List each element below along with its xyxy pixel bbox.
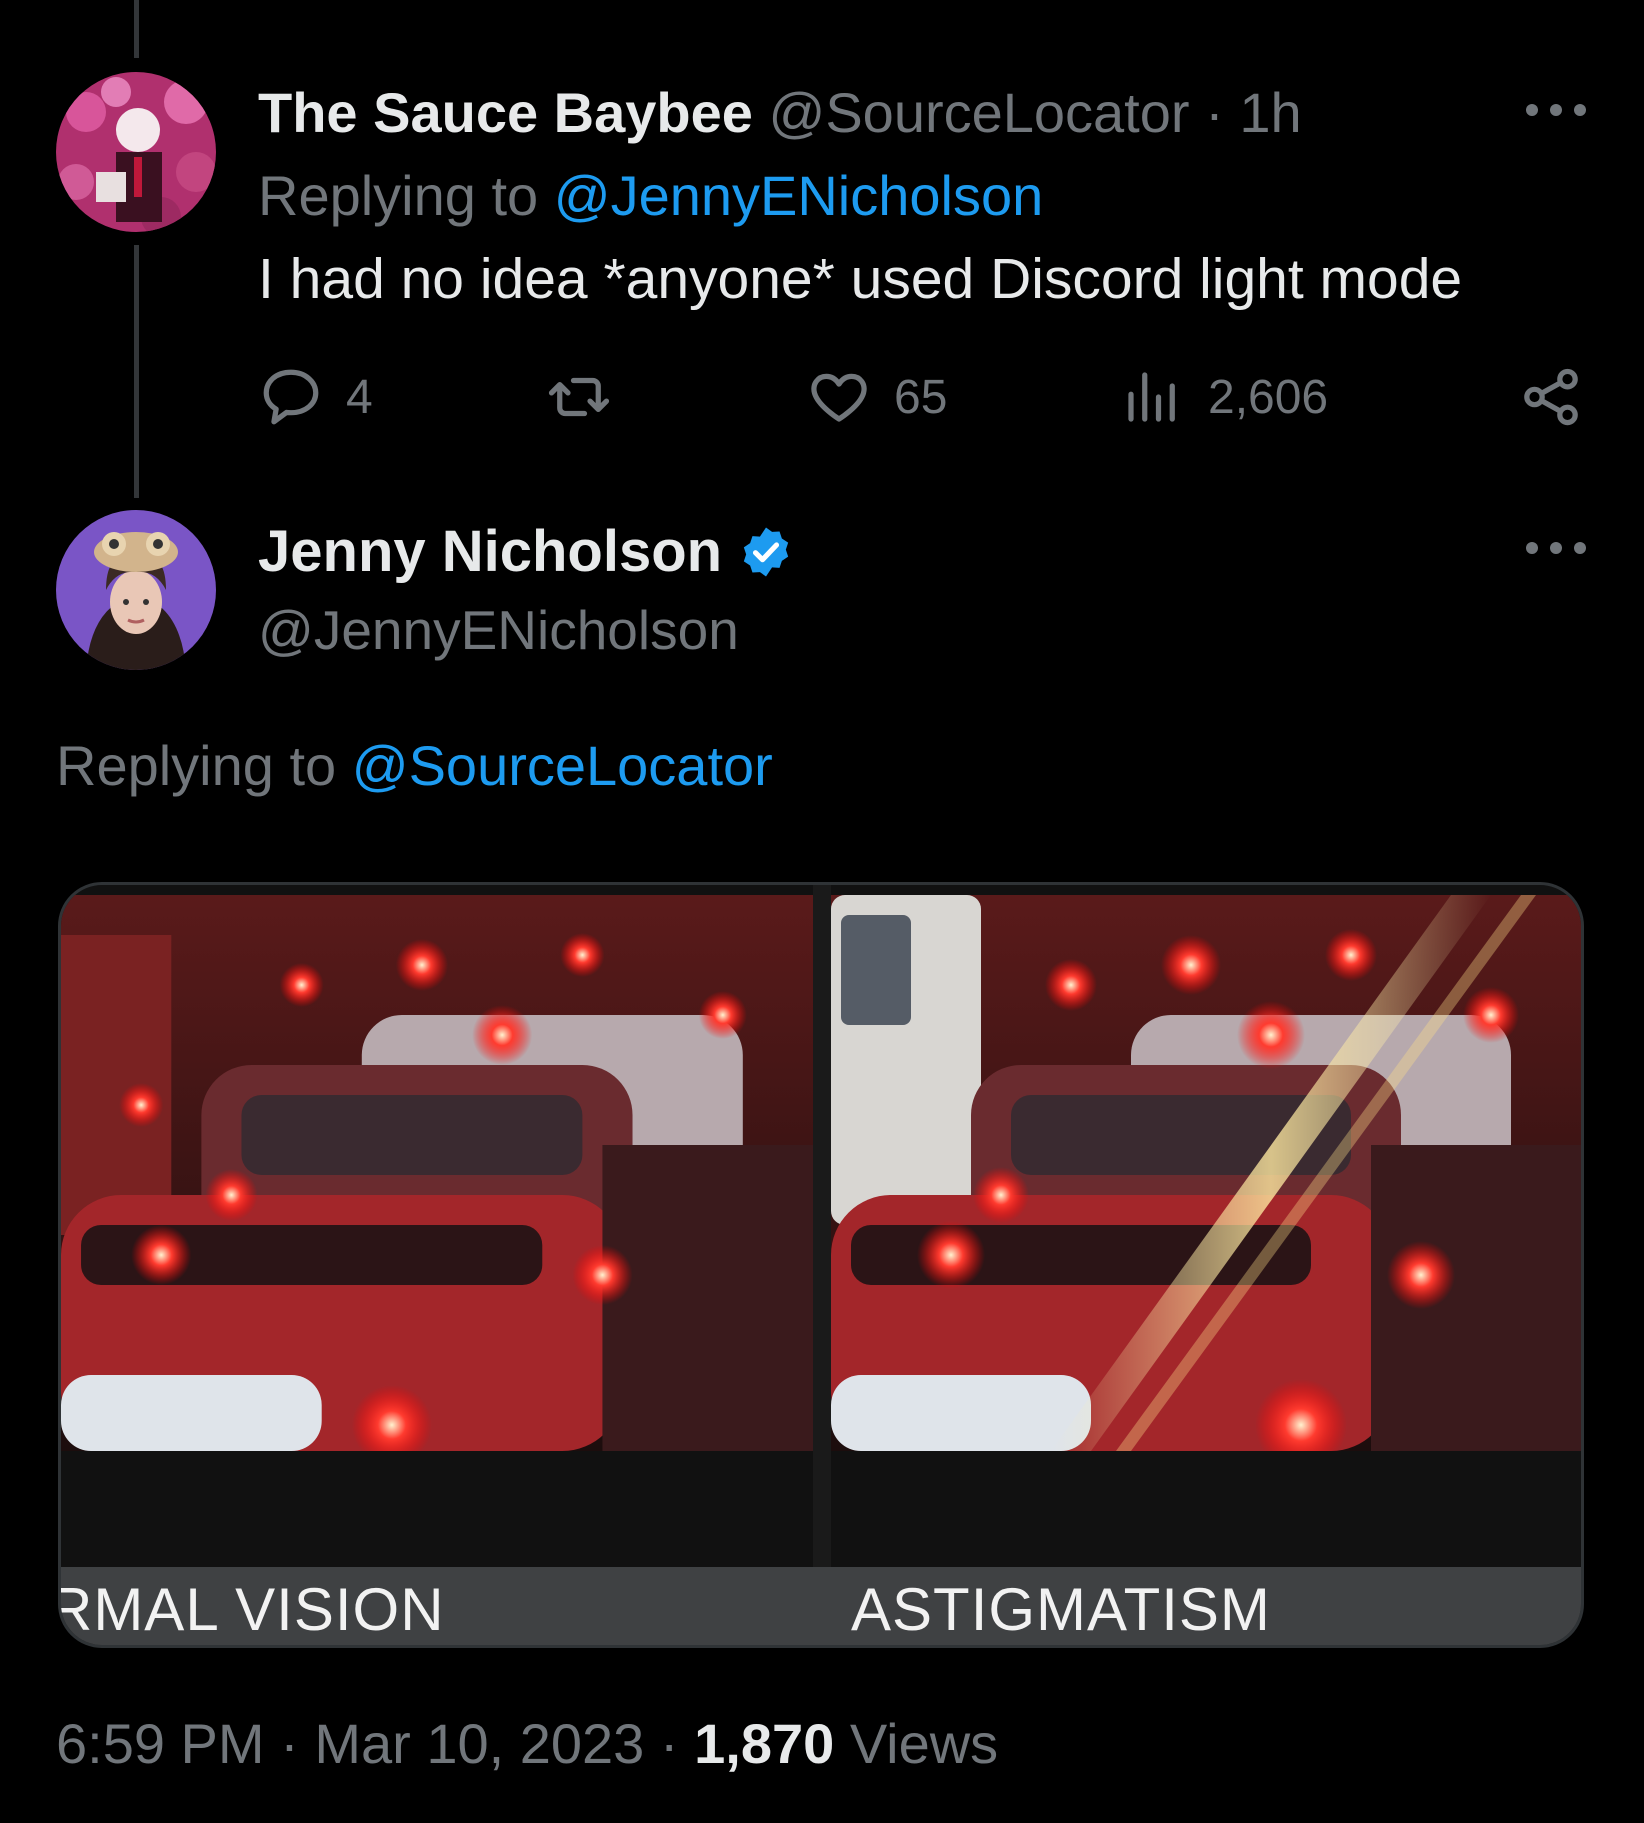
tweet-author: Jenny Nicholson [258,518,794,585]
handle[interactable]: @JennyENicholson [258,598,739,662]
reply-icon [263,369,319,425]
tweet-date[interactable]: Mar 10, 2023 [314,1712,644,1775]
handle[interactable]: @SourceLocator [768,81,1189,144]
replying-to: Replying to @JennyENicholson [258,163,1043,228]
thread-line [134,0,139,58]
image-normal-vision [61,895,813,1451]
replying-to-link[interactable]: @SourceLocator [352,734,773,797]
more-icon[interactable] [1526,538,1586,558]
like-button[interactable]: 65 [806,362,947,432]
views-label: Views [849,1712,999,1775]
verified-badge-icon [743,527,789,576]
replying-to: Replying to @SourceLocator [56,733,773,798]
views-count: 2,606 [1208,370,1329,424]
views-count: 1,870 [694,1712,835,1775]
display-name[interactable]: Jenny Nicholson [258,518,722,585]
tweet-image[interactable]: RMAL VISION ASTIGMATISM [58,882,1584,1648]
share-button[interactable] [1518,362,1584,432]
tweet-metadata: 6:59 PM · Mar 10, 2023 · 1,870 Views [56,1711,998,1776]
more-icon[interactable] [1526,100,1586,120]
display-name[interactable]: The Sauce Baybee [258,81,753,144]
tweet-time[interactable]: 6:59 PM [56,1712,265,1775]
separator: · [659,1712,679,1775]
reply-count: 4 [346,370,373,424]
like-count: 65 [894,370,948,424]
time-ago[interactable]: 1h [1239,81,1301,144]
separator: · [280,1712,299,1775]
replying-prefix: Replying to [258,164,539,227]
replying-prefix: Replying to [56,734,337,797]
image-divider [813,885,831,1567]
views-button[interactable]: 2,606 [1120,362,1328,432]
retweet-icon [548,377,610,417]
replying-to-link[interactable]: @JennyENicholson [554,164,1044,227]
avatar-jennyenicholson[interactable] [56,510,216,670]
tweet-header: The Sauce Baybee @SourceLocator · 1h [258,80,1302,145]
tweet-text: I had no idea *anyone* used Discord ligh… [258,247,1463,311]
avatar-sourcelocator[interactable] [56,72,216,232]
share-icon [1524,368,1578,426]
views-icon [1128,372,1175,422]
caption-normal-vision: RMAL VISION [58,1576,445,1643]
reply-button[interactable]: 4 [258,362,373,432]
action-bar: 4 65 2,606 [0,362,1644,432]
retweet-button[interactable] [546,362,612,432]
separator: · [1205,81,1224,144]
like-icon [811,373,867,422]
caption-astigmatism: ASTIGMATISM [851,1576,1271,1643]
image-astigmatism [831,895,1581,1451]
